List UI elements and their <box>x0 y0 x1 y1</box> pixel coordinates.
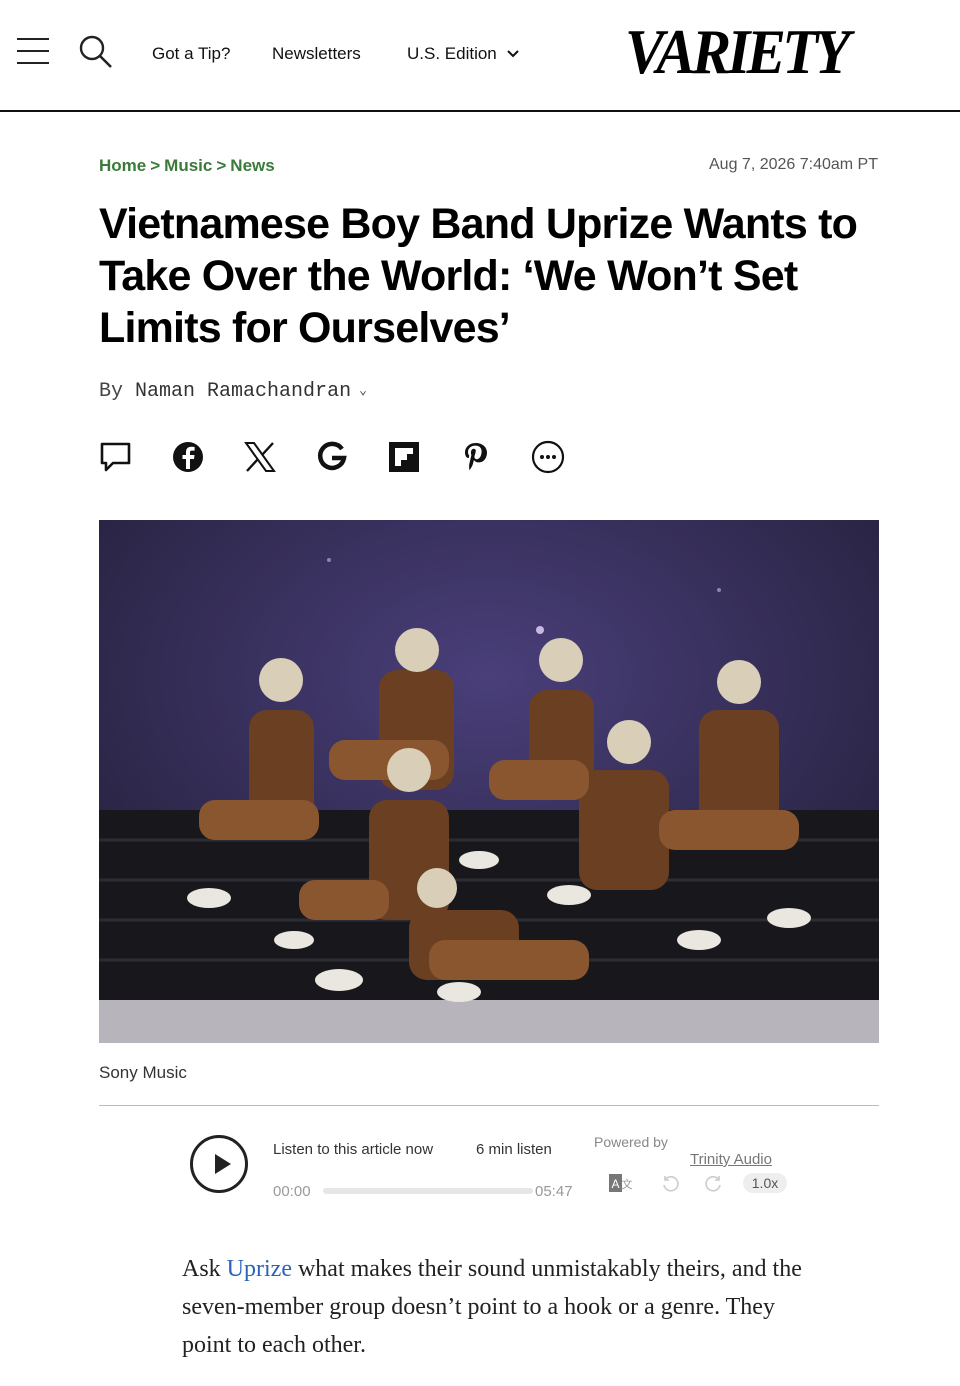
divider <box>99 1105 879 1106</box>
powered-by-label: Powered by <box>594 1134 668 1150</box>
site-header: Got a Tip? Newsletters U.S. Edition VARI… <box>0 0 960 112</box>
search-icon[interactable] <box>78 34 114 70</box>
hero-image <box>99 520 879 1043</box>
flipboard-icon[interactable] <box>387 440 421 474</box>
menu-icon[interactable] <box>17 38 49 64</box>
article-headline: Vietnamese Boy Band Uprize Wants to Take… <box>99 200 858 352</box>
svg-text:A: A <box>611 1177 619 1191</box>
nav-got-a-tip[interactable]: Got a Tip? <box>152 44 230 64</box>
publish-date: Aug 7, 2026 7:40am PT <box>709 156 878 173</box>
hero-photo <box>99 520 879 1043</box>
byline[interactable]: By Naman Ramachandran ⌄ <box>99 380 367 403</box>
nav-us-edition[interactable]: U.S. Edition <box>407 44 520 64</box>
breadcrumb: Home > Music > News <box>99 156 275 176</box>
chevron-down-icon <box>506 50 519 58</box>
speed-button[interactable]: 1.0x <box>743 1173 787 1193</box>
byline-prefix: By <box>99 380 124 403</box>
listen-label: Listen to this article now <box>273 1141 434 1158</box>
article-body-paragraph: Ask Uprize what makes their sound unmist… <box>182 1250 822 1364</box>
comment-icon[interactable] <box>99 440 133 474</box>
nav-newsletters[interactable]: Newsletters <box>272 44 361 64</box>
breadcrumb-music[interactable]: Music <box>164 156 212 175</box>
rewind-icon[interactable] <box>661 1174 681 1194</box>
play-icon[interactable] <box>190 1135 248 1193</box>
breadcrumb-separator: > <box>150 156 161 175</box>
breadcrumb-separator: > <box>216 156 227 175</box>
fast-forward-icon[interactable] <box>703 1174 723 1194</box>
more-icon[interactable] <box>531 440 565 474</box>
trinity-audio-link[interactable]: Trinity Audio <box>690 1151 772 1168</box>
audio-player: Listen to this article now 6 min listen … <box>190 1128 810 1208</box>
pinterest-icon[interactable] <box>459 440 493 474</box>
svg-text:文: 文 <box>622 1177 633 1191</box>
author-name: Naman Ramachandran <box>135 380 352 403</box>
logo-text: VARIETY <box>625 16 850 87</box>
listen-duration: 6 min listen <box>476 1141 552 1158</box>
body-text-pre: Ask <box>182 1256 227 1282</box>
translate-icon[interactable]: A文 <box>609 1174 633 1194</box>
chevron-down-icon: ⌄ <box>359 383 367 398</box>
breadcrumb-news[interactable]: News <box>230 156 274 175</box>
uprize-link[interactable]: Uprize <box>227 1256 292 1282</box>
us-edition-label: U.S. Edition <box>407 44 497 63</box>
image-caption: Sony Music <box>99 1063 187 1082</box>
time-total: 05:47 <box>535 1183 573 1200</box>
x-icon[interactable] <box>243 440 277 474</box>
progress-bar[interactable] <box>323 1188 533 1194</box>
breadcrumb-home[interactable]: Home <box>99 156 146 175</box>
time-elapsed: 00:00 <box>273 1183 311 1200</box>
facebook-icon[interactable] <box>171 440 205 474</box>
variety-logo[interactable]: VARIETY <box>625 16 850 87</box>
google-icon[interactable] <box>315 440 349 474</box>
